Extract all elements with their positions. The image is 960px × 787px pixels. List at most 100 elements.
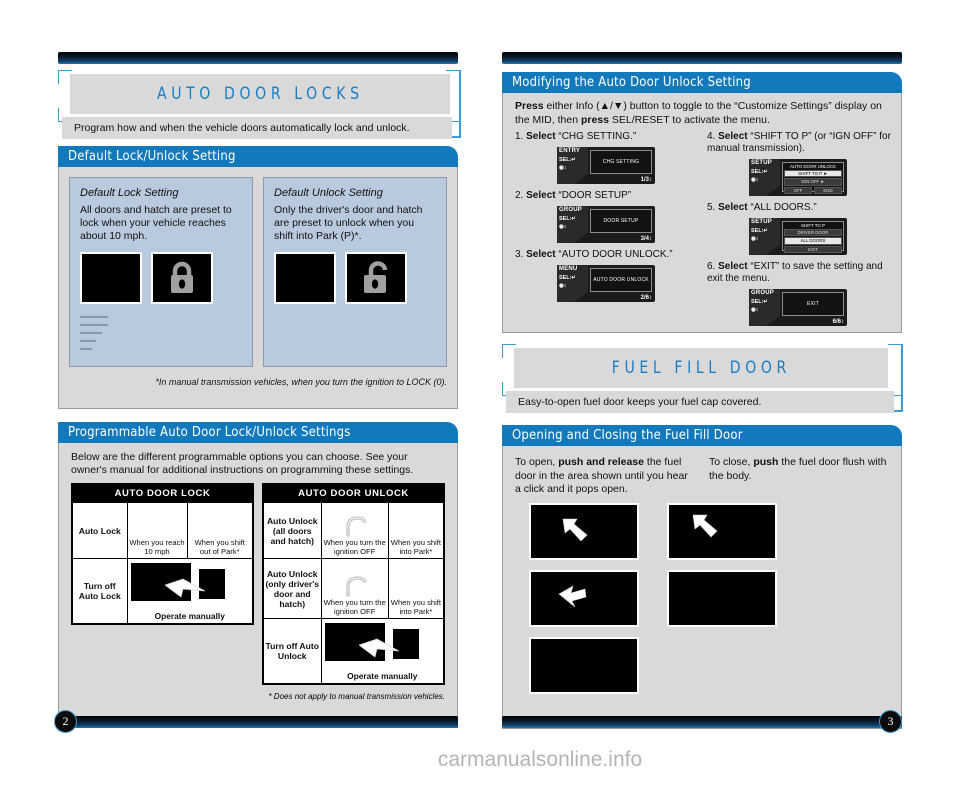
cell-shift-into-park-all: When you shift into Park*	[387, 502, 445, 559]
step-3-number: 3.	[515, 249, 524, 260]
step-1-label: 1. Select “CHG SETTING.”	[513, 131, 699, 143]
step-2-verb: Select	[526, 190, 556, 201]
mid-screen-header: SHIFT TO P	[801, 223, 825, 228]
mid-option-shift-to-p[interactable]: SHIFT TO P ►	[784, 170, 842, 178]
auto-door-unlock-table-header: AUTO DOOR UNLOCK	[263, 484, 444, 503]
step-2-label: 2. Select “DOOR SETUP”	[513, 190, 699, 202]
mid-sel-label: SEL:↵	[751, 228, 768, 234]
mid-top-label: ENTRY	[559, 148, 581, 154]
auto-door-unlock-table: AUTO DOOR UNLOCK Auto Unlock (all doors …	[262, 483, 445, 685]
step-5-number: 5.	[707, 202, 716, 213]
row-label-turn-off-auto-lock: Turn off Auto Lock	[71, 558, 128, 625]
cell-text: When you shift into Park*	[390, 598, 442, 616]
programmable-panel: Programmable Auto Door Lock/Unlock Setti…	[58, 422, 458, 728]
mid-screen: AUTO DOOR UNLOCK	[590, 268, 652, 292]
mid-option-ign-off[interactable]: IGN OFF ►	[784, 178, 842, 186]
mid-option-driver-door[interactable]: DRIVER DOOR	[784, 229, 842, 237]
intro-bold-press2: press	[580, 113, 609, 126]
table-row: Turn off Auto Lock Operate manually	[71, 558, 254, 625]
fuel-panel-heading-text: Opening and Closing the Fuel Fill Door	[512, 428, 743, 443]
default-lock-heading-text: Default Lock/Unlock Setting	[68, 149, 236, 164]
watermark-text: carmanualsonline.info	[437, 748, 643, 771]
fuel-door-photo-open	[529, 569, 639, 627]
mid-option-pair: OFF END	[784, 186, 842, 195]
mid-option-end[interactable]: END	[814, 186, 842, 195]
fuel-panel-heading: Opening and Closing the Fuel Fill Door	[502, 425, 902, 446]
step-1: 1. Select “CHG SETTING.” ENTRY SEL:↵ ◉↕ …	[513, 131, 699, 184]
page-number-right: 3	[879, 710, 902, 733]
mid-screen: AUTO DOOR UNLOCK SHIFT TO P ► IGN OFF ► …	[782, 162, 844, 195]
operate-manually-caption: Operate manually	[154, 611, 225, 621]
cell-ignition-off-driver: When you turn the ignition OFF	[320, 558, 389, 619]
closed-padlock-icon	[151, 252, 213, 304]
mid-option-exit[interactable]: EXIT	[784, 245, 842, 254]
mid-option-all-doors[interactable]: ALL DOORS	[784, 237, 842, 245]
fuel-title-text: FUEL FILL DOOR	[611, 358, 791, 378]
mid-updown-label: ◉↕	[751, 236, 759, 242]
fuel-close-bold: push	[753, 456, 779, 468]
default-lock-panel: Default Lock/Unlock Setting Default Lock…	[58, 146, 458, 409]
default-lock-panel-heading: Default Lock/Unlock Setting	[58, 146, 458, 167]
step-2-text: “DOOR SETUP”	[555, 190, 632, 201]
mid-screen: DOOR SETUP	[590, 209, 652, 233]
mid-top-label: SETUP	[751, 219, 773, 225]
operate-manually-caption: Operate manually	[347, 671, 418, 681]
programmable-intro-text: Below are the different programmable opt…	[71, 451, 414, 476]
bracket-corner-tr-fuel	[888, 344, 902, 358]
mid-sel-label: SEL:↵	[559, 275, 576, 281]
fuel-subtitle-plate: Easy-to-open fuel door keeps your fuel c…	[506, 391, 894, 413]
mid-display-step-4: SETUP SEL:↵ ◉↕ AUTO DOOR UNLOCK SHIFT TO…	[749, 159, 847, 196]
mid-screen: SHIFT TO P DRIVER DOOR ALL DOORS EXIT	[782, 221, 844, 254]
mid-top-label: MENU	[559, 266, 578, 272]
step-6-number: 6.	[707, 261, 716, 272]
modify-unlock-heading-text: Modifying the Auto Door Unlock Setting	[512, 75, 751, 90]
mid-updown-label: ◉↕	[559, 165, 567, 171]
step-3-text: “AUTO DOOR UNLOCK.”	[555, 249, 673, 260]
right-page: Modifying the Auto Door Unlock Setting P…	[480, 0, 960, 787]
title-plate: AUTO DOOR LOCKS	[70, 74, 450, 114]
step-2-number: 2.	[515, 190, 524, 201]
scale-marks	[80, 316, 242, 350]
mid-updown-label: ◉↕	[751, 177, 759, 183]
step-4-verb: Select	[718, 131, 748, 142]
top-rule-right	[502, 52, 902, 64]
mid-top-label: SETUP	[751, 160, 773, 166]
fuel-door-close-photo-push	[667, 502, 777, 560]
pointer-arrow-icon	[358, 638, 399, 658]
mid-top-label: GROUP	[751, 290, 775, 296]
step-2: 2. Select “DOOR SETUP” GROUP SEL:↵ ◉↕ DO…	[513, 190, 699, 243]
page-number-text: 2	[62, 714, 69, 728]
fuel-open-photos	[529, 502, 639, 694]
mid-display-step-2: GROUP SEL:↵ ◉↕ DOOR SETUP 3/4↕	[557, 206, 655, 243]
step-4-number: 4.	[707, 131, 716, 142]
default-lock-panel-body: Default Lock Setting All doors and hatch…	[58, 167, 458, 409]
mid-page-indicator: 3/4↕	[640, 236, 652, 242]
intro-bold-press: Press	[515, 100, 544, 112]
mid-sel-label: SEL:↵	[751, 299, 768, 305]
programmable-tables: AUTO DOOR LOCK Auto Lock When you reach …	[59, 483, 457, 689]
mid-option-off[interactable]: OFF	[784, 186, 812, 195]
table-row: Auto Unlock (only driver's door and hatc…	[262, 558, 445, 619]
fuel-close-photos	[667, 502, 777, 694]
cell-operate-manually-lock: Operate manually	[126, 558, 254, 625]
bottom-rule-left	[58, 716, 458, 728]
mid-sel-label: SEL:↵	[751, 169, 768, 175]
fuel-close-text: To close, push the fuel door flush with …	[709, 456, 889, 497]
cell-text: When you turn the ignition OFF	[323, 538, 386, 556]
auto-door-lock-table-header: AUTO DOOR LOCK	[72, 484, 253, 503]
cell-shift-out-of-park: When you shift out of Park*	[186, 502, 254, 559]
watermark: carmanualsonline.info	[0, 748, 960, 772]
mid-updown-label: ◉↕	[751, 307, 759, 313]
default-unlock-card: Default Unlock Setting Only the driver's…	[263, 177, 447, 367]
step-1-verb: Select	[526, 131, 556, 142]
step-6-verb: Select	[718, 261, 748, 272]
default-lock-card-text: All doors and hatch are preset to lock w…	[80, 204, 232, 242]
operate-manually-illustration	[129, 561, 252, 609]
push-arrow-icon	[692, 514, 718, 537]
page-title-text: AUTO DOOR LOCKS	[156, 84, 364, 104]
fuel-photos	[503, 499, 901, 706]
bracket-side-right	[459, 70, 461, 138]
operate-manually-illustration	[323, 621, 443, 669]
mid-display-step-5: SETUP SEL:↵ ◉↕ SHIFT TO P DRIVER DOOR AL…	[749, 218, 847, 255]
step-5-verb: Select	[718, 202, 748, 213]
